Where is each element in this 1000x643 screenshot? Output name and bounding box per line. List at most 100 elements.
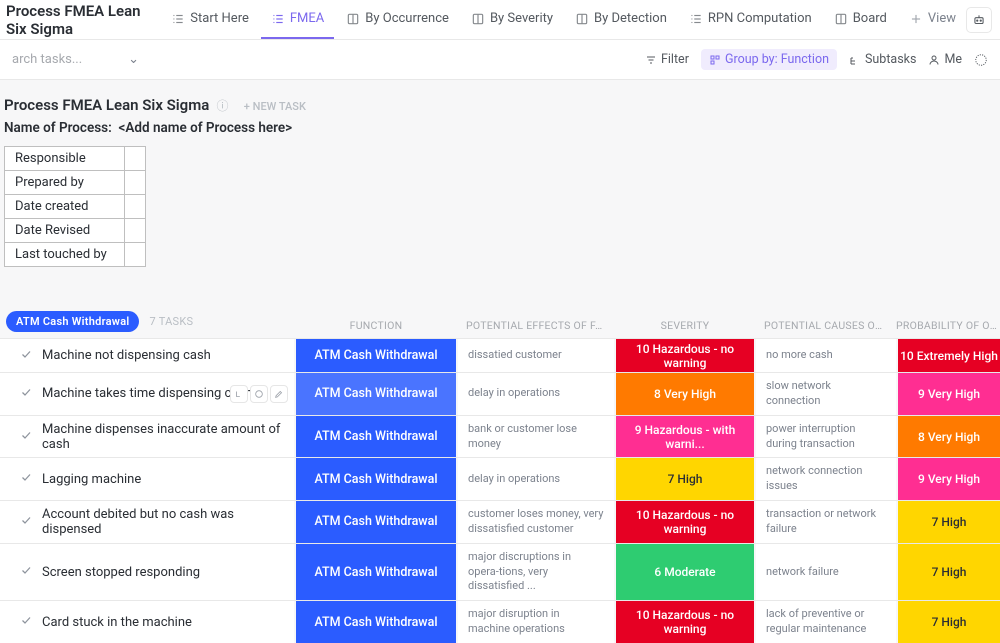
causes-cell[interactable]: transaction or network failure [756,501,896,543]
me-button[interactable]: Me [928,52,962,67]
tag-icon[interactable] [250,385,268,403]
effects-cell[interactable]: major discruptions in opera-tions, very … [458,544,614,601]
task-cell[interactable]: Lagging machine [0,458,294,500]
col-effects[interactable]: POTENTIAL EFFECTS OF FAILURE [458,319,614,332]
filter-button[interactable]: Filter [645,52,689,67]
col-function[interactable]: FUNCTION [294,319,458,332]
task-cell[interactable]: Screen stopped responding [0,544,294,601]
table-row[interactable]: Account debited but no cash was dispense… [0,500,1000,543]
info-icon[interactable]: ⓘ [217,99,229,113]
probability-cell[interactable]: 7 High [896,601,1000,643]
severity-cell[interactable]: 10 Hazardous - no warning [614,601,756,643]
task-cell[interactable]: Card stuck in the machine [0,601,294,643]
meta-value[interactable] [125,171,146,195]
tab-start-here[interactable]: Start Here [161,0,259,39]
function-cell[interactable]: ATM Cash Withdrawal [294,373,458,415]
probability-cell[interactable]: 10 Extremely High [896,339,1000,372]
probability-cell[interactable]: 9 Very High [896,373,1000,415]
check-icon[interactable] [20,564,32,580]
tab-fmea[interactable]: FMEA [261,0,334,39]
tab-view[interactable]: View [899,0,966,39]
severity-cell[interactable]: 10 Hazardous - no warning [614,339,756,372]
assignee-button[interactable] [974,53,988,67]
function-cell[interactable]: ATM Cash Withdrawal [294,458,458,500]
check-icon[interactable] [20,514,32,530]
section-header: Process FMEA Lean Six Sigma ⓘ + NEW TASK… [0,96,1000,136]
task-cell[interactable]: Machine dispenses inaccurate amount of c… [0,416,294,458]
effects-cell[interactable]: delay in operations [458,458,614,500]
function-cell[interactable]: ATM Cash Withdrawal [294,501,458,543]
table-row[interactable]: Machine not dispensing cash ATM Cash With… [0,338,1000,372]
table-row[interactable]: Screen stopped respondingATM Cash Withdr… [0,543,1000,601]
probability-cell[interactable]: 7 High [896,544,1000,601]
effects-cell[interactable]: bank or customer lose money [458,416,614,458]
edit-icon[interactable] [270,385,288,403]
severity-cell[interactable]: 7 High [614,458,756,500]
task-name: Machine not dispensing cash [42,348,286,363]
table-row[interactable]: Machine takes time dispensing cashATM Ca… [0,372,1000,415]
task-cell[interactable]: Machine not dispensing cash [0,339,294,372]
group-header[interactable]: ATM Cash Withdrawal 7 TASKS [0,311,294,332]
effects-cell[interactable]: delay in operations [458,373,614,415]
tab-by-occurrence[interactable]: By Occurrence [336,0,459,39]
severity-cell[interactable]: 8 Very High [614,373,756,415]
function-cell[interactable]: ATM Cash Withdrawal [294,416,458,458]
effects-cell[interactable]: dissatied customer [458,339,614,372]
meta-value[interactable] [125,219,146,243]
tab-rpn-computation[interactable]: RPN Computation [679,0,822,39]
meta-value[interactable] [125,243,146,267]
function-cell[interactable]: ATM Cash Withdrawal [294,544,458,601]
severity-cell[interactable]: 10 Hazardous - no warning [614,501,756,543]
meta-key: Responsible [5,147,125,171]
subtasks-button[interactable]: Subtasks [849,52,916,67]
effects-cell[interactable]: major disruption in machine operations [458,601,614,643]
check-icon[interactable] [20,386,32,402]
check-icon[interactable] [20,471,32,487]
severity-cell[interactable]: 6 Moderate [614,544,756,601]
col-probability[interactable]: PROBABILITY OF OCCURRE... [896,319,1000,332]
function-cell[interactable]: ATM Cash Withdrawal [294,339,458,372]
tab-board[interactable]: Board [824,0,897,39]
task-cell[interactable]: Machine takes time dispensing cash [0,373,294,415]
new-task-button[interactable]: + NEW TASK [244,100,306,113]
severity-cell[interactable]: 9 Hazardous - with warni... [614,416,756,458]
causes-cell[interactable]: no more cash [756,339,896,372]
causes-cell[interactable]: network failure [756,544,896,601]
probability-cell[interactable]: 7 High [896,501,1000,543]
group-pill[interactable]: ATM Cash Withdrawal [6,311,139,332]
causes-cell[interactable]: lack of preventive or regular maintenanc… [756,601,896,643]
search-input[interactable]: arch tasks... ⌄ [12,52,139,67]
content: Process FMEA Lean Six Sigma ⓘ + NEW TASK… [0,80,1000,643]
probability-cell[interactable]: 9 Very High [896,458,1000,500]
toolbar: arch tasks... ⌄ Filter Group by: Functio… [0,40,1000,80]
meta-key: Date created [5,195,125,219]
causes-cell[interactable]: network connection issues [756,458,896,500]
check-icon[interactable] [20,429,32,445]
table-row[interactable]: Card stuck in the machineATM Cash Withdr… [0,600,1000,643]
meta-key: Prepared by [5,171,125,195]
probability-cell[interactable]: 8 Very High [896,416,1000,458]
task-count: 7 TASKS [149,315,193,328]
effects-cell[interactable]: customer loses money, very dissatisfied … [458,501,614,543]
toolbar-right: Filter Group by: Function Subtasks Me [645,49,988,70]
meta-value[interactable] [125,195,146,219]
automation-button[interactable] [966,7,992,33]
check-icon[interactable] [20,614,32,630]
tab-by-detection[interactable]: By Detection [565,0,677,39]
subtask-icon[interactable] [230,385,248,403]
table-row[interactable]: Lagging machineATM Cash Withdrawaldelay … [0,457,1000,500]
meta-value[interactable] [125,147,146,171]
chevron-down-icon[interactable]: ⌄ [128,52,139,67]
causes-cell[interactable]: power interruption during transaction [756,416,896,458]
table-row[interactable]: Machine dispenses inaccurate amount of c… [0,415,1000,458]
group-by-button[interactable]: Group by: Function [701,49,837,70]
col-causes[interactable]: POTENTIAL CAUSES OF FAILURE [756,319,896,332]
tab-by-severity[interactable]: By Severity [461,0,563,39]
col-severity[interactable]: SEVERITY [614,319,756,332]
task-cell[interactable]: Account debited but no cash was dispense… [0,501,294,543]
function-cell[interactable]: ATM Cash Withdrawal [294,601,458,643]
causes-cell[interactable]: slow network connection [756,373,896,415]
process-name-value[interactable]: <Add name of Process here> [119,120,293,136]
check-icon[interactable] [20,348,32,364]
topbar: Process FMEA Lean Six Sigma Start HereFM… [0,0,1000,40]
